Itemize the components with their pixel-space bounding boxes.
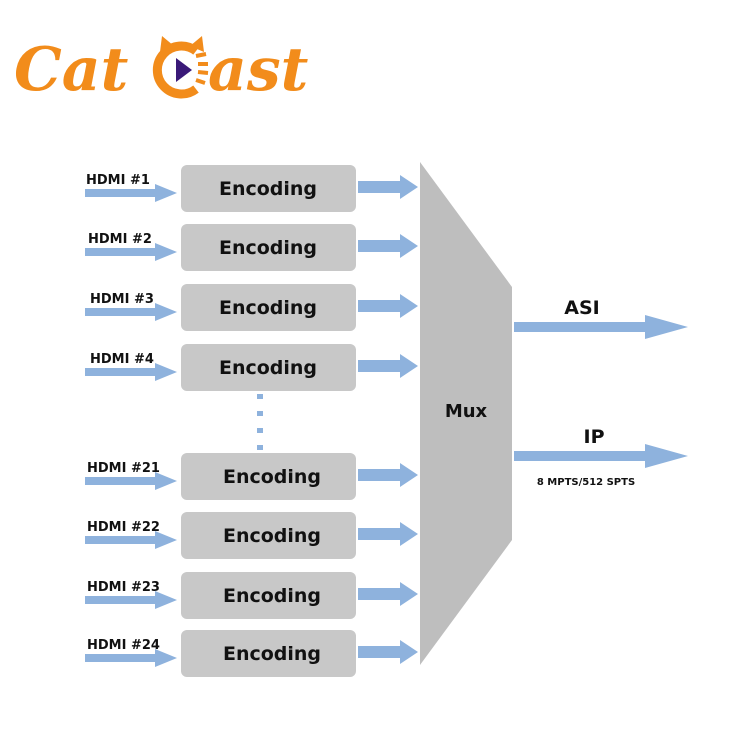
- encoding-label: Encoding: [223, 643, 321, 665]
- encoder-to-mux-arrow: [358, 582, 418, 606]
- output-sublabel: 8 MPTS/512 SPTS: [537, 477, 635, 488]
- hdmi-input-label: HDMI #4: [90, 352, 154, 367]
- hdmi-input-label: HDMI #23: [87, 580, 160, 595]
- output-label: ASI: [564, 297, 599, 319]
- output-asi: ASI: [514, 297, 688, 339]
- input-row: HDMI #1 Encoding: [85, 165, 418, 212]
- encoder-to-mux-arrow: [358, 234, 418, 258]
- hdmi-input-label: HDMI #22: [87, 520, 160, 535]
- hdmi-input-label: HDMI #1: [86, 173, 150, 188]
- encoder-to-mux-arrow: [358, 463, 418, 487]
- input-row: HDMI #21 Encoding: [85, 453, 418, 500]
- encoding-label: Encoding: [223, 585, 321, 607]
- hdmi-input-label: HDMI #24: [87, 638, 160, 653]
- hdmi-input-label: HDMI #21: [87, 461, 160, 476]
- input-row: HDMI #24 Encoding: [85, 630, 418, 677]
- input-row: HDMI #22 Encoding: [85, 512, 418, 559]
- encoder-to-mux-arrow: [358, 294, 418, 318]
- output-ip: IP 8 MPTS/512 SPTS: [514, 426, 688, 488]
- encoding-label: Encoding: [219, 297, 317, 319]
- output-label: IP: [584, 426, 605, 448]
- encoding-label: Encoding: [219, 237, 317, 259]
- ellipsis-connector: [257, 394, 263, 450]
- encoder-to-mux-arrow: [358, 354, 418, 378]
- mux-label: Mux: [445, 401, 488, 422]
- encoder-to-mux-arrow: [358, 522, 418, 546]
- input-row: HDMI #4 Encoding: [85, 344, 418, 391]
- input-row: HDMI #3 Encoding: [85, 284, 418, 331]
- encoder-to-mux-arrow: [358, 175, 418, 199]
- hdmi-input-label: HDMI #3: [90, 292, 154, 307]
- encoding-label: Encoding: [219, 357, 317, 379]
- hdmi-input-label: HDMI #2: [88, 232, 152, 247]
- encoding-label: Encoding: [223, 525, 321, 547]
- encoder-mux-diagram: HDMI #1 Encoding HDMI #2 Encoding HDMI #3 Enc…: [85, 162, 688, 677]
- input-row: HDMI #2 Encoding: [85, 224, 418, 271]
- encoding-label: Encoding: [219, 178, 317, 200]
- encoder-to-mux-arrow: [358, 640, 418, 664]
- output-arrow: [514, 315, 688, 339]
- input-row: HDMI #23 Encoding: [85, 572, 418, 619]
- encoding-label: Encoding: [223, 466, 321, 488]
